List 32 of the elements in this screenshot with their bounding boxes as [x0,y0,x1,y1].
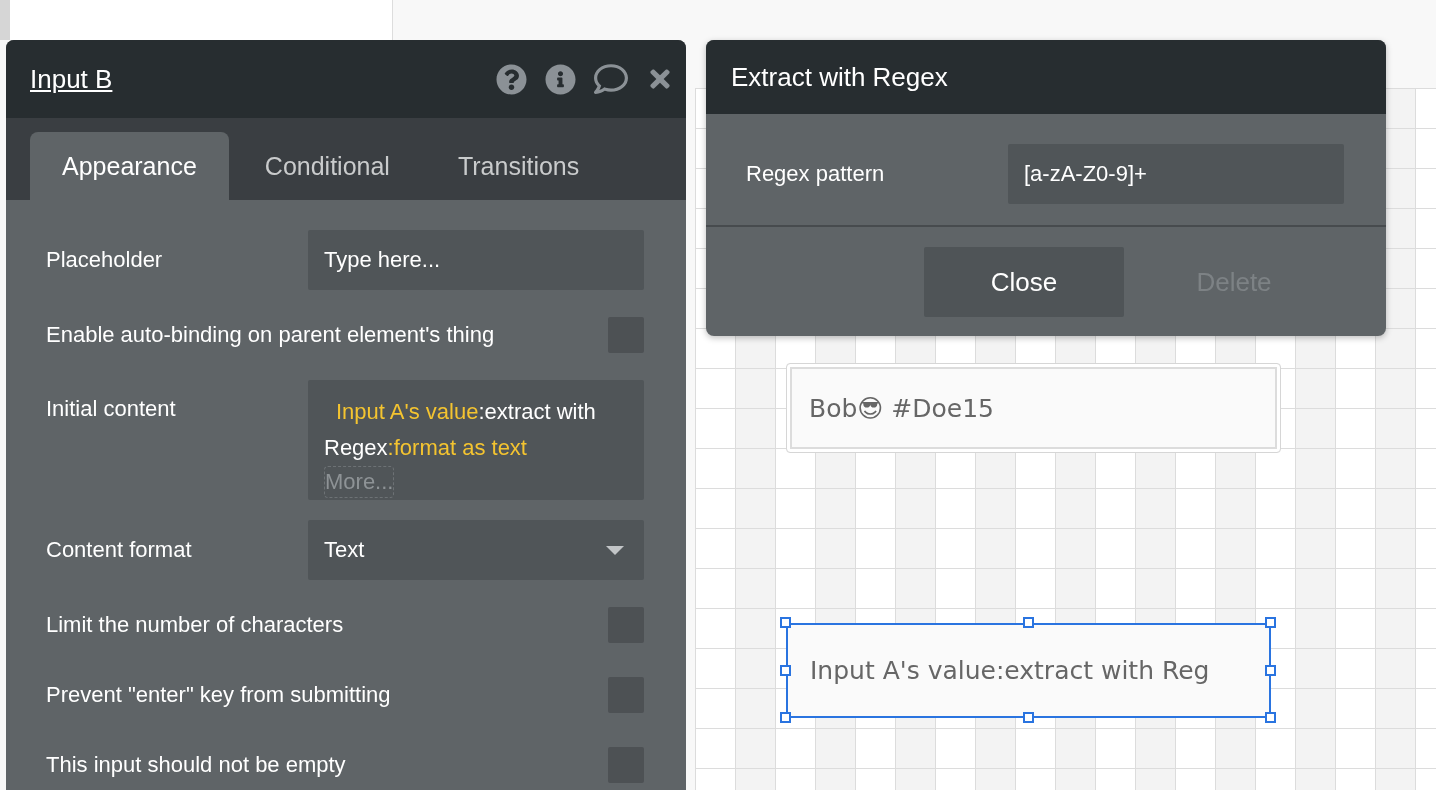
property-label: Placeholder [46,247,164,273]
dialog-title: Extract with Regex [731,61,948,93]
tab[interactable]: Transitions [425,132,612,200]
tab[interactable]: Appearance [30,132,229,200]
input-field[interactable]: [a-zA-Z0-9]+ [1008,144,1344,204]
expression-text: Input A's value:extract with Regex:format as text [324,398,597,462]
property-label: Initial content [46,395,177,422]
resize-handle[interactable] [1265,664,1276,676]
resize-handle[interactable] [1265,617,1276,628]
resize-handle[interactable] [780,664,791,676]
resize-handle[interactable] [1265,712,1276,723]
property-label: Content format [46,537,193,563]
tab[interactable]: Conditional [232,132,422,200]
help-icon[interactable] [496,63,527,95]
expression-field[interactable]: Input A's value:extract with Regex:format as text More... [308,380,644,500]
resize-handle[interactable] [1022,617,1034,628]
comment-icon[interactable] [594,62,628,96]
canvas-input[interactable]: Input A's value:extract with Reg [786,623,1271,718]
caret-icon [606,545,624,555]
property-label: This input should not be empty [46,752,346,778]
resize-handle[interactable] [780,712,791,723]
info-icon[interactable] [545,63,576,95]
field-label: Regex pattern [746,161,886,187]
canvas-input[interactable]: Bob😎 #Doe15 [786,363,1281,453]
resize-handle[interactable] [1022,712,1034,723]
input-field[interactable]: Type here... [308,230,644,290]
property-label: Limit the number of characters [46,612,344,638]
dropdown[interactable]: Text [308,520,644,580]
property-label: Enable auto-binding on parent element's thing [46,322,495,348]
property-label: Prevent "enter" key from submitting [46,682,391,708]
resize-handle[interactable] [780,617,791,628]
dialog-button[interactable]: Close [924,247,1124,317]
